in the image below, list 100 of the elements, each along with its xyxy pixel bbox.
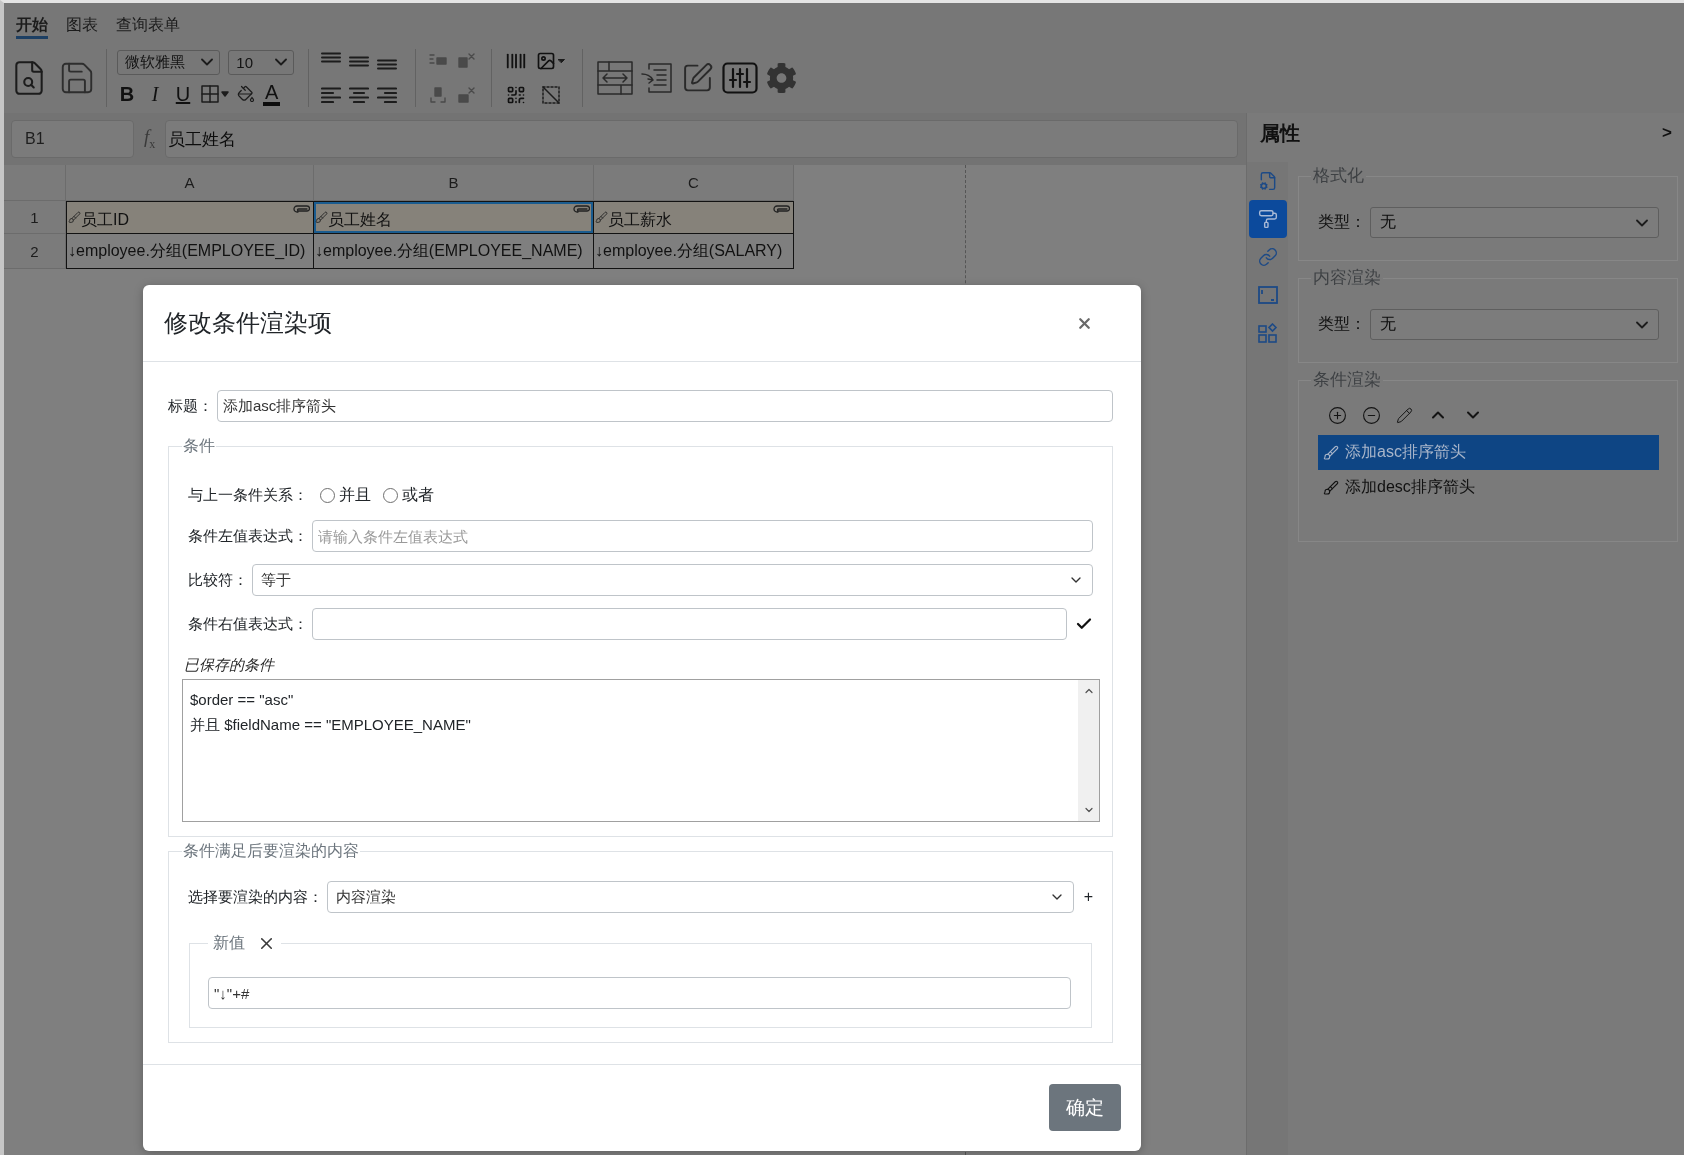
column-header[interactable]: C [594, 165, 794, 201]
radio-circle-icon[interactable] [383, 488, 398, 503]
settings-icon[interactable] [765, 62, 797, 94]
column-insert-icon[interactable] [429, 87, 447, 103]
table-cell[interactable]: ↓employee.分组(SALARY) [594, 234, 794, 269]
row-header[interactable]: 1 [4, 201, 66, 234]
widgets-icon [1258, 323, 1278, 343]
link-icon [1258, 247, 1278, 267]
dialog-title: 修改条件渲染项 [164, 308, 332, 338]
column-header[interactable]: B [314, 165, 594, 201]
align-middle-icon[interactable] [349, 55, 369, 67]
underline-button[interactable]: U [173, 82, 193, 106]
rule-list-item[interactable]: 添加desc排序箭头 [1318, 470, 1659, 505]
section-title: 条件满足后要渲染的内容 [182, 841, 360, 861]
chevron-down-icon[interactable] [201, 58, 214, 66]
left-expression-input[interactable]: 请输入条件左值表达式 [312, 520, 1093, 552]
section-title: 条件渲染 [1312, 370, 1382, 390]
column-delete-icon[interactable] [457, 87, 475, 103]
comparator-select[interactable]: 等于 [252, 564, 1093, 596]
align-top-icon[interactable] [321, 52, 341, 63]
formula-field[interactable]: 员工姓名 [165, 120, 1238, 158]
section-title: 新值 [213, 933, 245, 953]
panel-title: 属性 [1260, 120, 1300, 146]
chevron-down-icon[interactable] [275, 58, 287, 66]
slashed-box-icon[interactable] [542, 86, 560, 104]
brush-icon [315, 211, 328, 224]
borders-dropdown-icon[interactable] [201, 85, 229, 103]
edit-icon[interactable] [1396, 406, 1413, 424]
field-label: 标题： [168, 396, 213, 416]
field-label: 与上一条件关系： [188, 486, 308, 505]
image-icon[interactable] [536, 51, 556, 71]
paperclip-icon [773, 205, 790, 213]
brush-icon [595, 211, 608, 224]
align-center-icon[interactable] [349, 87, 369, 103]
table-cell[interactable]: 员工薪水 [594, 201, 794, 234]
bold-button[interactable]: B [117, 82, 137, 106]
condition-line: $order == "asc" [190, 690, 295, 710]
paint-bucket-icon[interactable] [237, 85, 255, 103]
paint-roller-icon [1258, 209, 1278, 229]
rule-list-item[interactable]: 添加asc排序箭头 [1318, 435, 1659, 470]
table-cell[interactable]: ↓employee.分组(EMPLOYEE_NAME) [314, 234, 594, 269]
frame-icon [1258, 286, 1278, 304]
brush-icon [1323, 479, 1339, 496]
section-title: 格式化 [1312, 166, 1365, 186]
row-delete-icon[interactable] [457, 53, 475, 69]
cell-text: 员工薪水 [608, 210, 672, 230]
collapse-toggle[interactable]: > [1662, 123, 1672, 143]
saved-conditions-label: 已保存的条件 [184, 656, 276, 675]
column-header[interactable]: A [66, 165, 314, 201]
radio-circle-icon[interactable] [320, 488, 335, 503]
file-settings-icon [1258, 171, 1278, 191]
brush-icon [1323, 444, 1339, 461]
cell-name-field[interactable]: B1 [11, 120, 134, 158]
row-header[interactable]: 2 [4, 234, 66, 269]
add-link[interactable]: + [1083, 888, 1093, 906]
section-title: 条件 [182, 436, 216, 456]
align-bottom-icon[interactable] [377, 59, 397, 70]
content-select[interactable]: 内容渲染 [327, 881, 1074, 913]
cell-text: 员工姓名 [328, 210, 392, 230]
field-label: 条件左值表达式： [188, 526, 308, 546]
font-family-select[interactable]: 微软雅黑 [117, 49, 221, 75]
document-arrow-icon[interactable] [641, 63, 673, 93]
side-tab[interactable] [1249, 200, 1287, 238]
radio-option[interactable]: 或者 [383, 485, 434, 506]
font-size-select[interactable]: 10 [228, 49, 294, 75]
table-cell[interactable]: ↓employee.分组(EMPLOYEE_ID) [66, 234, 314, 269]
remove-icon[interactable] [1362, 405, 1381, 425]
field-label: 类型： [1318, 314, 1366, 334]
type-select[interactable]: 无 [1370, 207, 1659, 238]
new-value-input[interactable]: "↓"+# [208, 977, 1071, 1009]
qr-code-icon[interactable] [506, 85, 526, 105]
menu-tab[interactable]: 图表 [66, 16, 98, 39]
paperclip-icon [293, 205, 310, 213]
align-right-icon[interactable] [377, 87, 397, 103]
add-icon[interactable] [1328, 405, 1347, 425]
table-cell[interactable]: 员工ID [66, 201, 314, 234]
italic-button[interactable]: I [145, 82, 165, 106]
right-expression-input[interactable] [312, 608, 1067, 640]
title-input[interactable]: 添加asc排序箭头 [217, 390, 1113, 422]
cell-text: 员工ID [81, 210, 129, 230]
caret-icon[interactable] [558, 59, 565, 63]
sliders-icon[interactable] [721, 62, 758, 94]
table-cell[interactable]: 员工姓名 [314, 201, 594, 234]
font-color-button[interactable]: A [263, 82, 281, 106]
condition-line: 并且 $fieldName == "EMPLOYEE_NAME" [190, 715, 472, 735]
scrollbar[interactable] [1078, 680, 1099, 821]
confirm-button[interactable]: 确定 [1049, 1084, 1121, 1131]
field-label: 比较符： [188, 570, 248, 590]
saved-conditions-field[interactable]: $order == "asc" 并且 $fieldName == "EMPLOYEE_NAME" [182, 679, 1100, 822]
type-select[interactable]: 无 [1370, 309, 1659, 340]
field-label: 选择要渲染的内容： [188, 887, 323, 907]
chevron-down-icon[interactable] [1636, 320, 1648, 329]
field-label: 条件右值表达式： [188, 614, 308, 634]
menu-tab[interactable]: 开始 [16, 16, 48, 39]
align-left-icon[interactable] [321, 87, 341, 103]
chevron-down-icon[interactable] [1636, 218, 1648, 227]
radio-option[interactable]: 并且 [320, 485, 371, 506]
table-arrows-icon[interactable] [597, 61, 633, 95]
menu-tab[interactable]: 查询表单 [116, 16, 180, 39]
brush-icon [68, 211, 81, 224]
